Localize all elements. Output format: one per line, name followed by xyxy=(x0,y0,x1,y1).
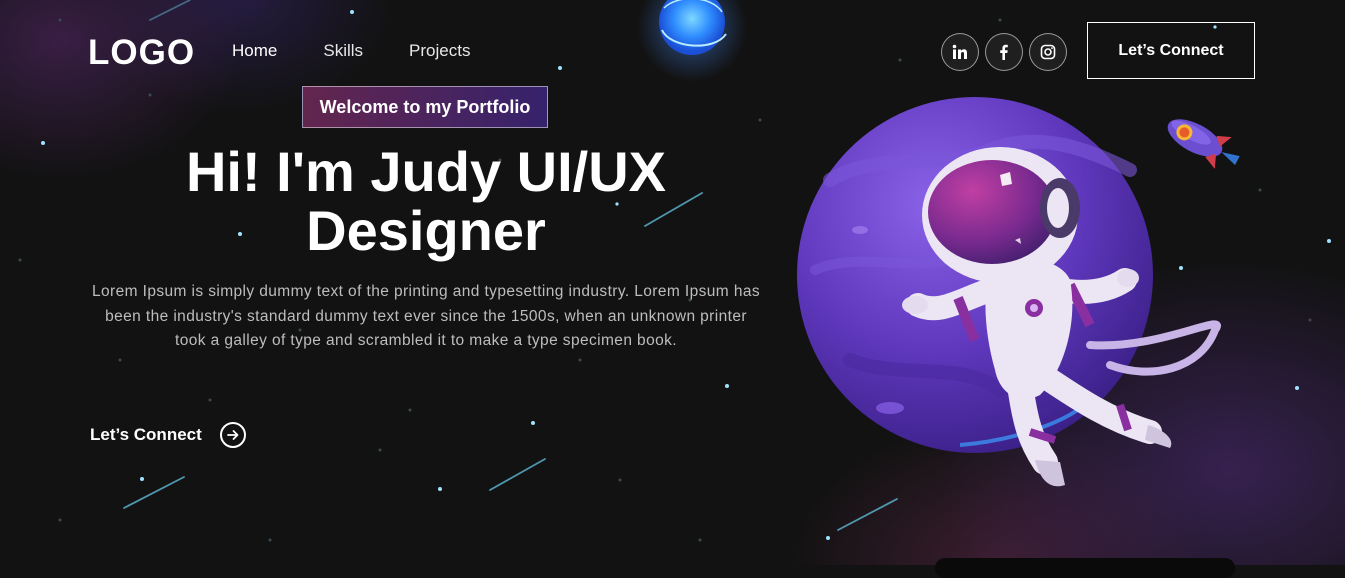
tagline: Welcome to my Portfolio xyxy=(302,86,548,128)
hero-description: Lorem Ipsum is simply dummy text of the … xyxy=(91,283,761,349)
star xyxy=(438,487,442,491)
star xyxy=(1327,239,1331,243)
cta-label: Let’s Connect xyxy=(90,425,202,444)
star xyxy=(41,141,45,145)
hero-connect-link[interactable]: Let’s Connect xyxy=(90,422,246,448)
headline-line-2: Designer xyxy=(306,199,546,262)
arrow-right-circle-icon xyxy=(219,422,246,448)
meteor xyxy=(123,476,185,509)
star xyxy=(558,66,562,70)
headline-line-1: Hi! I'm Judy UI/UX xyxy=(185,140,667,203)
nav-projects[interactable]: Projects xyxy=(409,41,470,61)
rocket xyxy=(1167,119,1240,169)
hero-headline: Hi! I'm Judy UI/UX Designer xyxy=(90,142,762,260)
nav-home[interactable]: Home xyxy=(232,41,277,61)
logo[interactable]: LOGO xyxy=(88,33,195,73)
meteor xyxy=(489,458,546,491)
bottom-section-edge xyxy=(935,558,1235,578)
star xyxy=(725,384,729,388)
star xyxy=(531,421,535,425)
navbar: Home Skills Projects xyxy=(232,41,470,61)
star xyxy=(140,477,144,481)
star xyxy=(350,10,354,14)
nav-skills[interactable]: Skills xyxy=(323,41,363,61)
astronaut-illustration xyxy=(797,97,1240,487)
meteor xyxy=(149,0,191,21)
